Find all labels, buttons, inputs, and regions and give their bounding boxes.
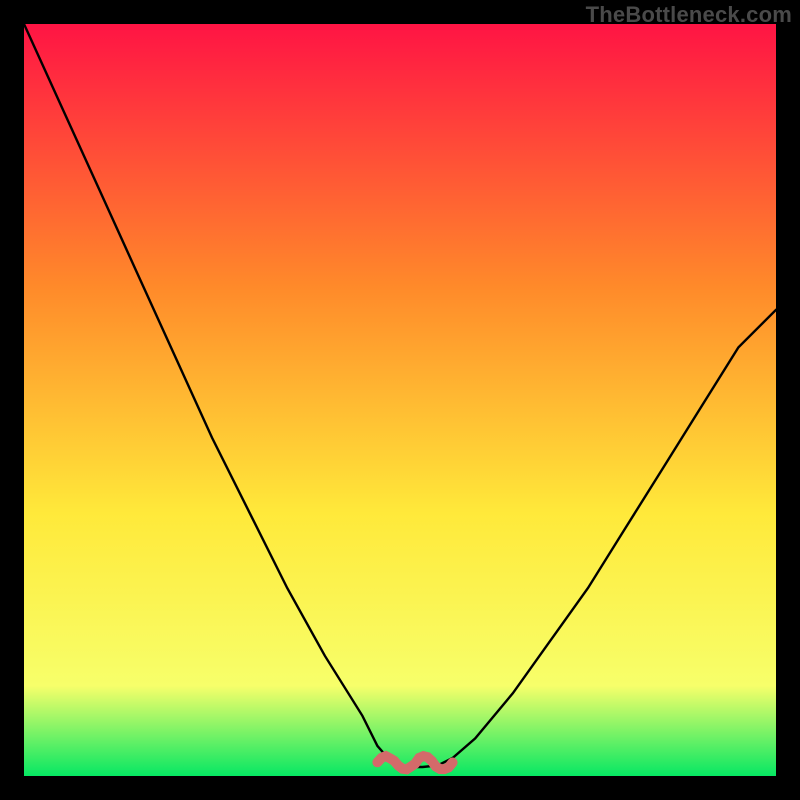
watermark-label: TheBottleneck.com — [586, 2, 792, 28]
bottleneck-chart-svg — [24, 24, 776, 776]
gradient-background — [24, 24, 776, 776]
outer-frame: TheBottleneck.com — [0, 0, 800, 800]
chart-area — [24, 24, 776, 776]
